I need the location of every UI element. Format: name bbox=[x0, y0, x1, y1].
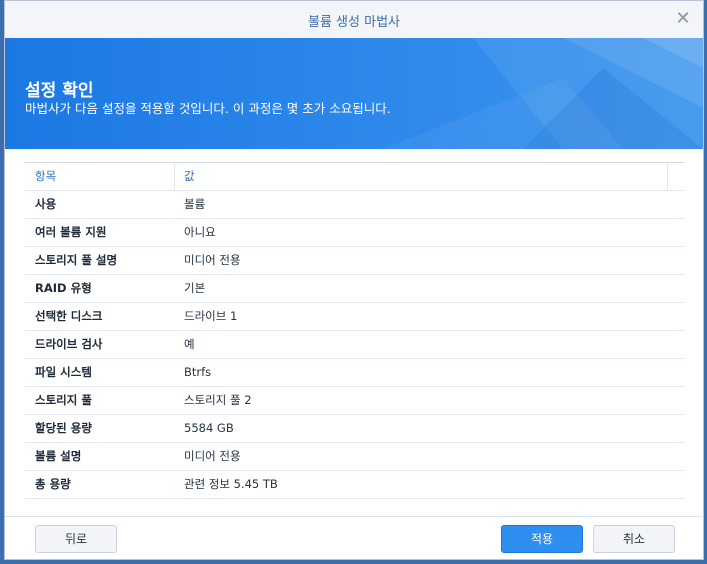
row-key: RAID 유형 bbox=[35, 281, 92, 295]
row-value: 5584 GB bbox=[184, 421, 234, 435]
row-key: 파일 시스템 bbox=[35, 365, 92, 379]
row-key: 할당된 용량 bbox=[35, 421, 92, 435]
row-key: 총 용량 bbox=[35, 477, 71, 491]
row-value: 드라이브 1 bbox=[184, 309, 238, 323]
table-row: 할당된 용량 5584 GB bbox=[25, 415, 685, 443]
back-button[interactable]: 뒤로 bbox=[35, 525, 117, 553]
dialog-footer: 뒤로 적용 취소 bbox=[5, 516, 703, 559]
row-key: 선택한 디스크 bbox=[35, 309, 103, 323]
table-row: 사용 볼륨 bbox=[25, 191, 685, 219]
row-value: 미디어 전용 bbox=[184, 449, 241, 463]
table-row: 선택한 디스크 드라이브 1 bbox=[25, 303, 685, 331]
table-row: RAID 유형 기본 bbox=[25, 275, 685, 303]
header-banner: 설정 확인 마법사가 다음 설정을 적용할 것입니다. 이 과정은 몇 초가 소… bbox=[5, 38, 703, 149]
volume-wizard-dialog: 볼륨 생성 마법사 ✕ 설정 확인 마법사가 다음 설정을 적용할 것입니다. … bbox=[4, 0, 704, 560]
row-value: 기본 bbox=[184, 281, 206, 295]
table-row: 스토리지 풀 설명 미디어 전용 bbox=[25, 247, 685, 275]
settings-summary-table: 항목 값 사용 볼륨 여러 볼륨 지원 아니요 스토리지 풀 설명 미디어 전용… bbox=[25, 162, 685, 499]
column-header-value[interactable]: 값 bbox=[184, 163, 195, 190]
row-key: 드라이브 검사 bbox=[35, 337, 103, 351]
column-divider[interactable] bbox=[667, 163, 668, 190]
table-row: 여러 볼륨 지원 아니요 bbox=[25, 219, 685, 247]
banner-decoration bbox=[383, 38, 703, 149]
row-value: 관련 정보 5.45 TB bbox=[184, 477, 278, 491]
row-value: 아니요 bbox=[184, 225, 216, 239]
row-key: 사용 bbox=[35, 197, 57, 211]
window-title: 볼륨 생성 마법사 bbox=[308, 15, 400, 30]
title-bar[interactable]: 볼륨 생성 마법사 ✕ bbox=[5, 1, 703, 39]
row-value: 예 bbox=[184, 337, 195, 351]
table-row: 총 용량 관련 정보 5.45 TB bbox=[25, 471, 685, 499]
close-icon: ✕ bbox=[675, 8, 691, 29]
table-row: 스토리지 풀 스토리지 풀 2 bbox=[25, 387, 685, 415]
row-key: 스토리지 풀 bbox=[35, 393, 92, 407]
row-value: 스토리지 풀 2 bbox=[184, 393, 252, 407]
row-key: 스토리지 풀 설명 bbox=[35, 253, 118, 267]
step-description: 마법사가 다음 설정을 적용할 것입니다. 이 과정은 몇 초가 소요됩니다. bbox=[25, 101, 391, 116]
row-key: 여러 볼륨 지원 bbox=[35, 225, 107, 239]
close-button[interactable]: ✕ bbox=[673, 9, 693, 29]
row-value: Btrfs bbox=[184, 365, 212, 379]
table-row: 파일 시스템 Btrfs bbox=[25, 359, 685, 387]
cancel-button[interactable]: 취소 bbox=[593, 525, 675, 553]
row-key: 볼륨 설명 bbox=[35, 449, 82, 463]
column-header-item[interactable]: 항목 bbox=[35, 163, 56, 190]
column-divider[interactable] bbox=[174, 163, 175, 190]
row-value: 볼륨 bbox=[184, 197, 206, 211]
row-value: 미디어 전용 bbox=[184, 253, 241, 267]
table-row: 볼륨 설명 미디어 전용 bbox=[25, 443, 685, 471]
table-header: 항목 값 bbox=[25, 163, 685, 191]
table-row: 드라이브 검사 예 bbox=[25, 331, 685, 359]
apply-button[interactable]: 적용 bbox=[501, 525, 583, 553]
